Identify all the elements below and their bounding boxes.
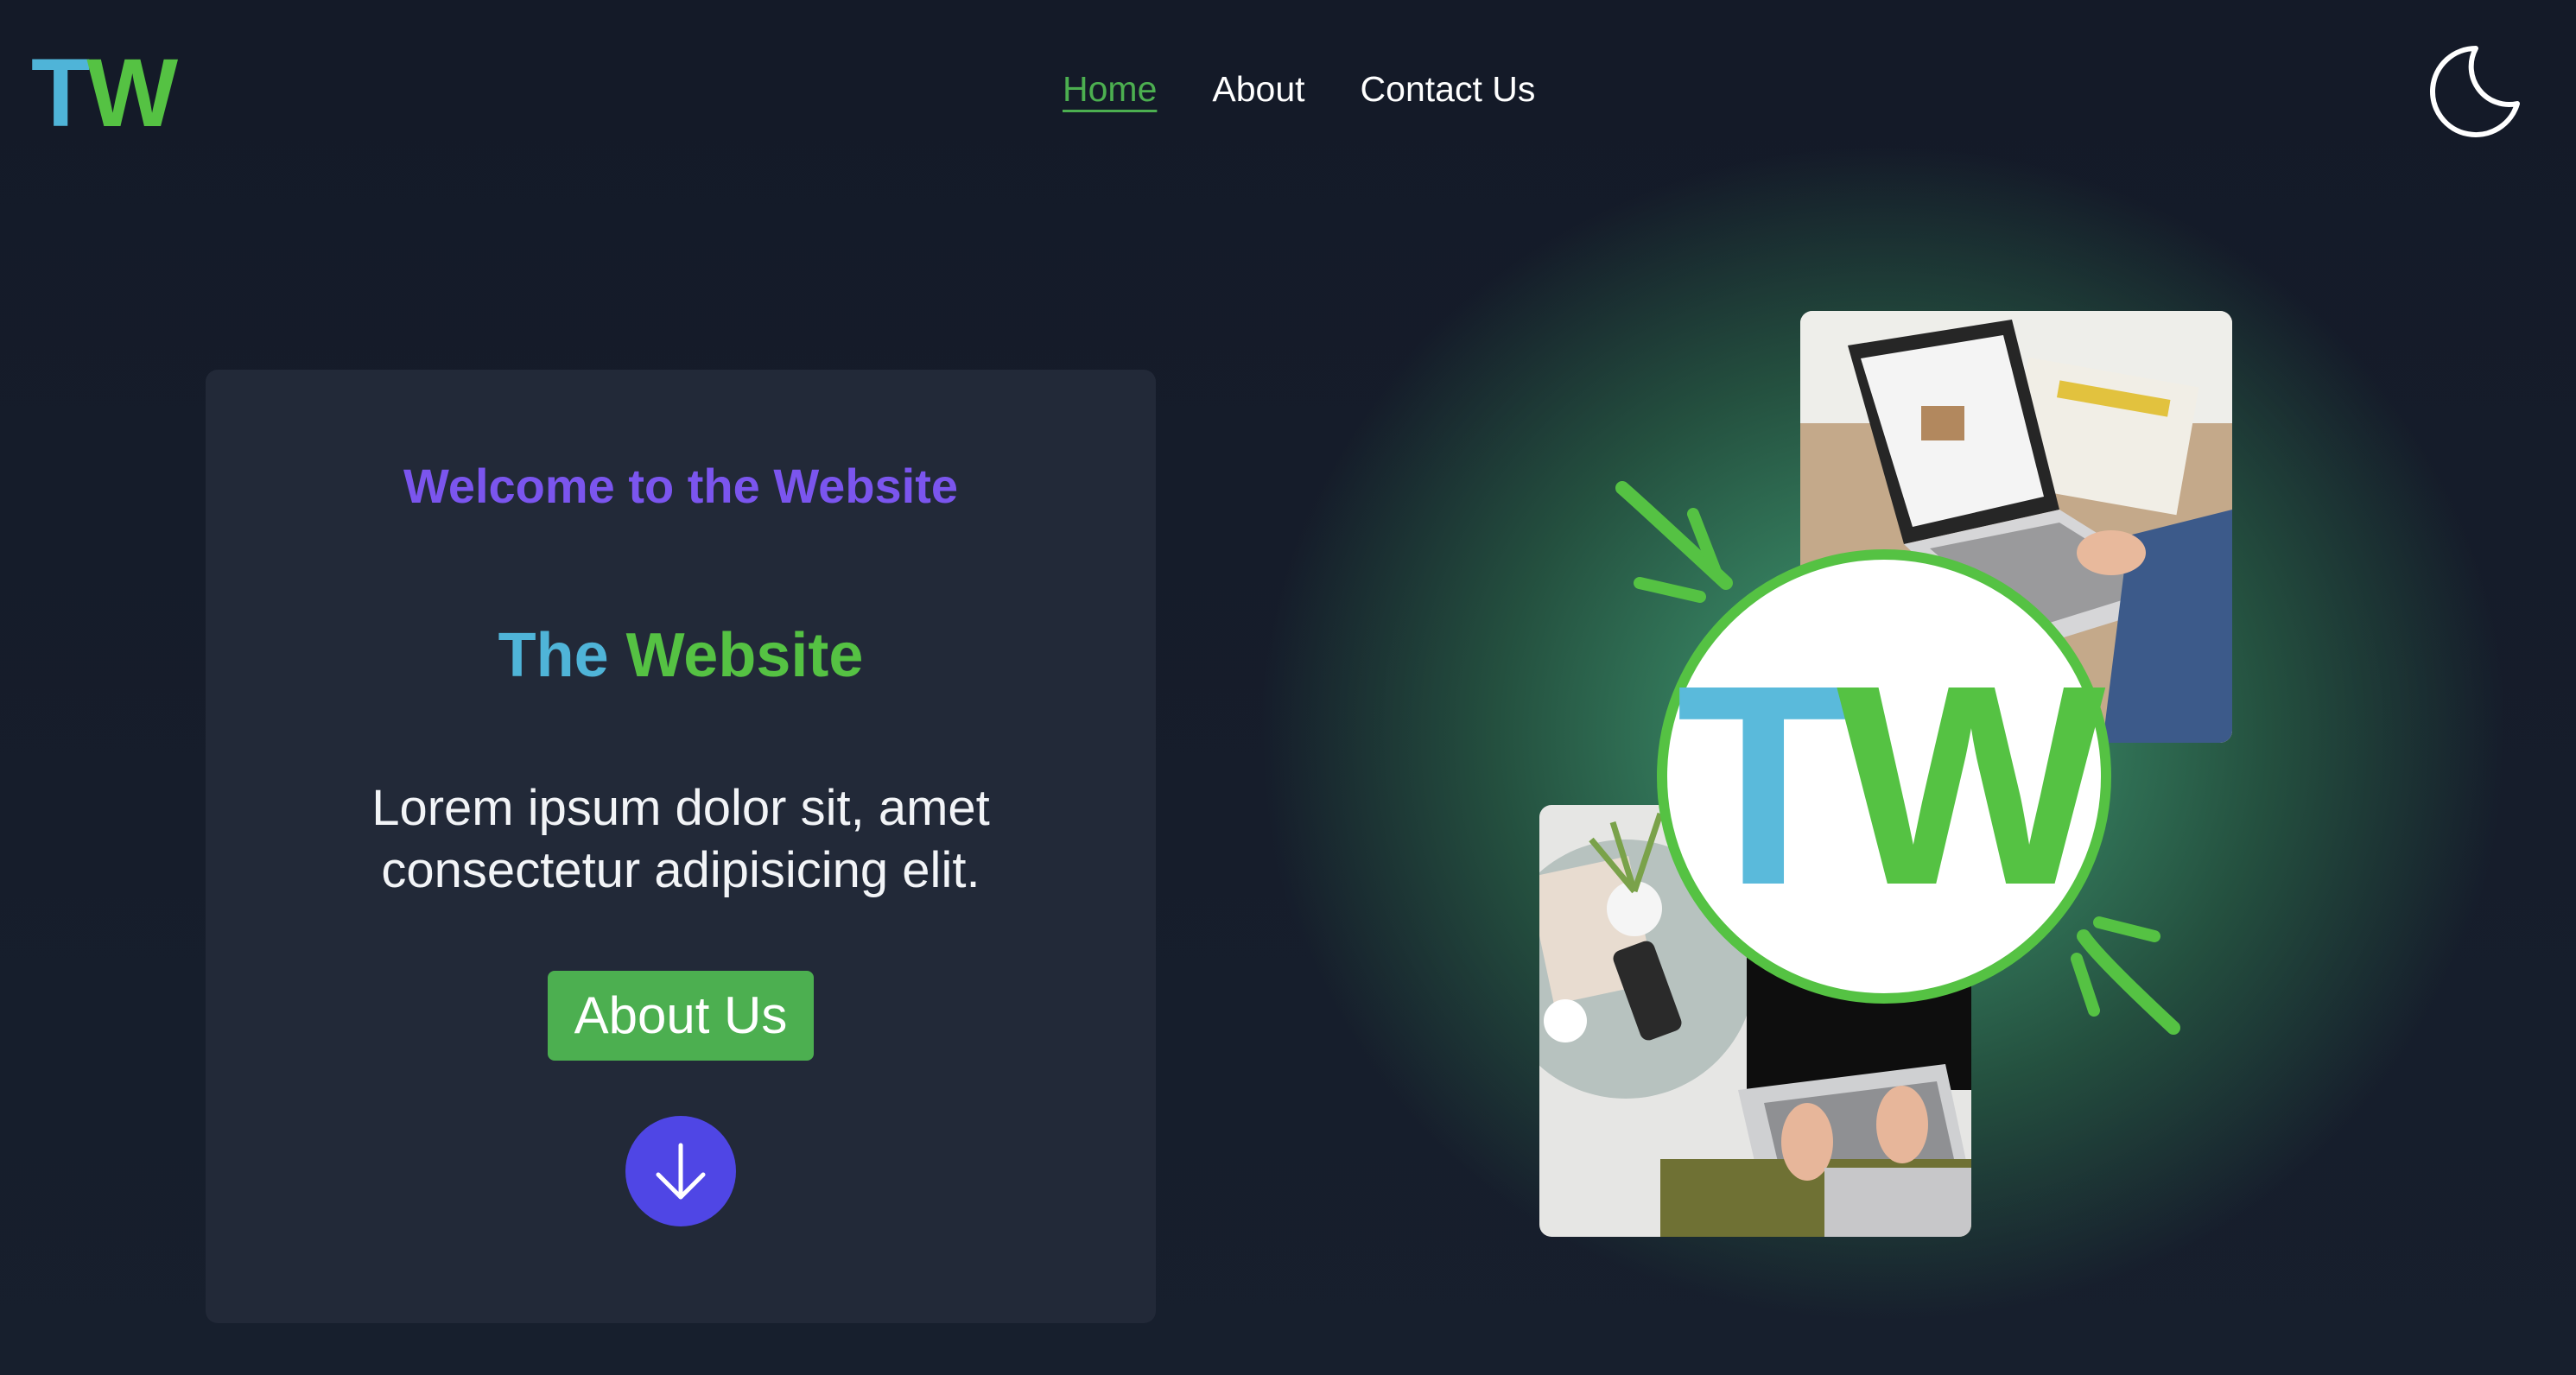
badge-letter-t: T xyxy=(1676,625,1850,944)
welcome-heading: Welcome to the Website xyxy=(403,459,959,513)
badge-text: TW xyxy=(1667,643,2105,928)
badge-letter-w: W xyxy=(1837,625,2106,944)
site-title-part1: The xyxy=(498,621,609,690)
about-us-button[interactable]: About Us xyxy=(548,971,814,1061)
logo-letter-t: T xyxy=(31,39,90,147)
hero-description: Lorem ipsum dolor sit, amet consectetur … xyxy=(206,777,1156,902)
nav-link-about[interactable]: About xyxy=(1212,69,1304,110)
site-title-part2: Website xyxy=(625,621,864,690)
tw-logo-badge: TW xyxy=(1657,549,2111,1004)
hero-card: Welcome to the Website The Website Lorem… xyxy=(206,370,1156,1323)
logo-letter-w: W xyxy=(86,39,178,147)
spark-decoration-top-left xyxy=(1615,481,1733,603)
nav-link-contact[interactable]: Contact Us xyxy=(1361,69,1536,110)
scroll-down-button[interactable] xyxy=(625,1116,736,1226)
site-title: The Website xyxy=(206,620,1156,691)
hero-description-line1: Lorem ipsum dolor sit, amet xyxy=(371,780,990,836)
arrow-down-icon xyxy=(656,1143,706,1200)
nav-link-home[interactable]: Home xyxy=(1063,69,1157,110)
site-logo[interactable]: TW xyxy=(31,45,178,142)
main-nav: Home About Contact Us xyxy=(1063,69,1535,110)
hero-description-line2: consectetur adipisicing elit. xyxy=(381,842,980,898)
theme-toggle-button[interactable] xyxy=(2426,40,2528,142)
moon-icon xyxy=(2430,46,2520,137)
